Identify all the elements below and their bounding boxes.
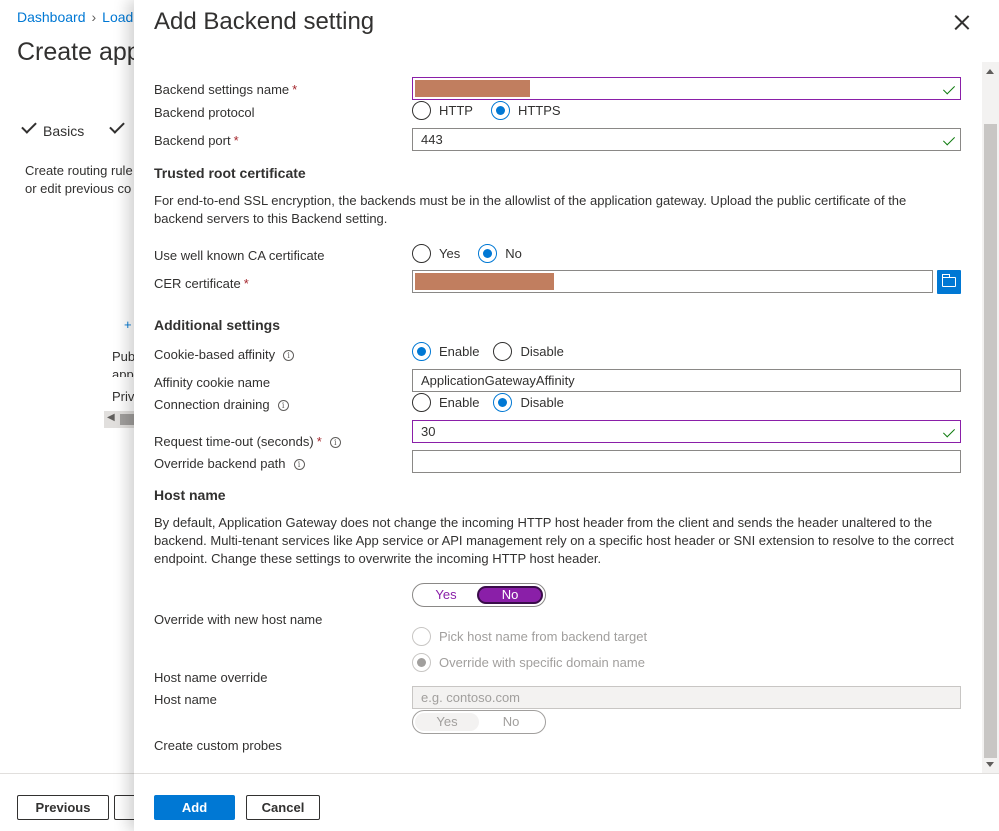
radio-disable[interactable]: Disable	[493, 393, 564, 412]
timeout-label: Request time-out (seconds) * i	[154, 434, 341, 449]
page-title: Create app	[17, 38, 141, 66]
host-name-label: Host name	[154, 692, 217, 707]
host-name-input[interactable]: e.g. contoso.com	[412, 686, 961, 709]
affinity-cookie-input[interactable]: ApplicationGatewayAffinity	[412, 369, 961, 392]
timeout-input[interactable]: 30	[412, 420, 961, 443]
radio-disable[interactable]: Disable	[493, 342, 564, 361]
radio-pick-host[interactable]: Pick host name from backend target	[412, 627, 647, 646]
toggle-yes[interactable]: Yes	[415, 713, 479, 731]
radio-no[interactable]: No	[478, 244, 522, 263]
protocol-label: Backend protocol	[154, 105, 255, 120]
divider	[134, 773, 999, 774]
radio-circle	[412, 393, 431, 412]
host-source-radio-group: Pick host name from backend target	[412, 627, 657, 646]
breadcrumb: Dashboard › Load	[17, 9, 133, 25]
cancel-button[interactable]: Cancel	[246, 795, 320, 820]
scrollbar-thumb[interactable]	[984, 124, 997, 758]
connection-draining-radio-group: Enable Disable	[412, 393, 574, 412]
checkmark-icon	[21, 118, 37, 134]
radio-specific-domain[interactable]: Override with specific domain name	[412, 653, 645, 672]
checkmark-icon	[942, 133, 956, 146]
toggle-yes[interactable]: Yes	[415, 586, 477, 604]
chevron-left-icon[interactable]: ◀	[107, 412, 115, 423]
trusted-root-description: For end-to-end SSL encryption, the backe…	[154, 193, 907, 226]
chevron-right-icon: ›	[91, 9, 97, 25]
affinity-cookie-label: Affinity cookie name	[154, 375, 271, 390]
protocol-radio-group: HTTP HTTPS	[412, 101, 571, 120]
use-ca-label: Use well known CA certificate	[154, 248, 325, 263]
radio-circle	[412, 244, 431, 263]
divider	[0, 773, 140, 774]
redacted-value	[415, 80, 530, 97]
radio-yes[interactable]: Yes	[412, 244, 460, 263]
radio-circle	[412, 653, 431, 672]
override-host-label: Override with new host name	[154, 612, 323, 627]
radio-http[interactable]: HTTP	[412, 101, 473, 120]
scroll-down-icon[interactable]	[986, 762, 994, 767]
custom-probes-toggle[interactable]: Yes No	[412, 710, 546, 734]
add-button[interactable]: Add	[154, 795, 235, 820]
folder-icon	[942, 274, 956, 287]
info-icon[interactable]: i	[277, 400, 289, 411]
trusted-root-heading: Trusted root certificate	[154, 165, 306, 181]
override-path-input[interactable]	[412, 450, 961, 473]
radio-circle	[412, 627, 431, 646]
settings-name-input[interactable]	[412, 77, 961, 100]
checkmark-icon	[942, 425, 956, 438]
page-description: Create routing rule or edit previous co	[25, 163, 133, 196]
port-label: Backend port *	[154, 133, 239, 148]
use-ca-radio-group: Yes No	[412, 244, 532, 263]
toggle-no[interactable]: No	[479, 713, 543, 731]
info-icon[interactable]: i	[329, 437, 341, 448]
close-icon[interactable]	[951, 12, 973, 34]
radio-https[interactable]: HTTPS	[490, 101, 561, 120]
toggle-no[interactable]: No	[477, 586, 543, 604]
host-name-heading: Host name	[154, 487, 226, 503]
radio-circle	[478, 244, 498, 263]
add-icon[interactable]: +	[124, 317, 132, 332]
redacted-value	[415, 273, 554, 290]
connection-draining-label: Connection draining i	[154, 397, 289, 412]
cer-label: CER certificate *	[154, 276, 249, 291]
step-next[interactable]	[109, 118, 131, 139]
step-basics[interactable]: Basics	[21, 118, 84, 139]
vertical-scrollbar[interactable]	[982, 62, 999, 773]
panel-title: Add Backend setting	[154, 8, 375, 35]
checkmark-icon	[942, 82, 956, 95]
radio-enable[interactable]: Enable	[412, 393, 479, 412]
breadcrumb-dashboard[interactable]: Dashboard	[17, 9, 86, 25]
list-item: Pub	[112, 349, 136, 364]
list-item: app	[112, 367, 134, 377]
settings-name-label: Backend settings name *	[154, 82, 298, 97]
additional-settings-heading: Additional settings	[154, 317, 280, 333]
host-source-radio-group-2: Override with specific domain name	[412, 653, 655, 672]
radio-circle	[490, 101, 510, 120]
cer-file-input[interactable]	[412, 270, 933, 293]
radio-circle	[412, 101, 431, 120]
radio-enable[interactable]: Enable	[412, 342, 479, 361]
host-name-description: By default, Application Gateway does not…	[154, 515, 954, 566]
cookie-affinity-label: Cookie-based affinity i	[154, 347, 295, 362]
radio-circle	[493, 393, 513, 412]
custom-probes-label: Create custom probes	[154, 738, 282, 753]
host-name-override-label: Host name override	[154, 670, 268, 685]
port-input[interactable]: 443	[412, 128, 961, 151]
previous-button[interactable]: Previous	[17, 795, 109, 820]
radio-circle	[493, 342, 513, 361]
add-backend-setting-panel: Add Backend setting Backend settings nam…	[134, 0, 999, 831]
browse-button[interactable]	[937, 270, 961, 294]
override-host-toggle[interactable]: Yes No	[412, 583, 546, 607]
checkmark-icon	[109, 118, 125, 134]
radio-circle	[412, 342, 431, 361]
override-path-label: Override backend path i	[154, 456, 305, 471]
list-item: Priv	[112, 389, 135, 404]
info-icon[interactable]: i	[283, 350, 295, 361]
breadcrumb-load[interactable]: Load	[102, 9, 133, 25]
info-icon[interactable]: i	[293, 459, 305, 470]
scroll-up-icon[interactable]	[986, 69, 994, 74]
cookie-affinity-radio-group: Enable Disable	[412, 342, 574, 361]
